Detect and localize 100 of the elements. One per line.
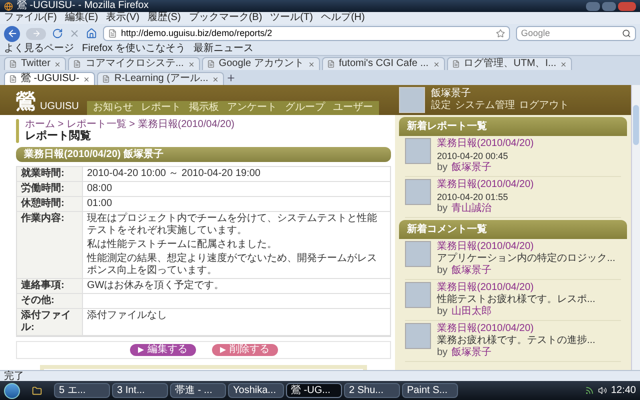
- field-value: GWはお休みを頂く予定です。: [87, 280, 226, 292]
- field-label: 就業時間:: [17, 167, 83, 181]
- menu-item[interactable]: ファイル(F): [4, 12, 57, 24]
- page-icon: [326, 60, 335, 68]
- close-icon[interactable]: [432, 60, 440, 68]
- by-label: by: [437, 203, 448, 215]
- field-value: 性能測定の結果、想定より速度がでないため、開発チームがレスポンス向上を図っています。: [87, 253, 378, 277]
- page-icon: [108, 29, 117, 38]
- home-icon[interactable]: [86, 28, 97, 39]
- play-icon: [220, 347, 226, 353]
- avatar-placeholder: [405, 282, 431, 308]
- page-icon: [73, 60, 82, 68]
- browser-tab[interactable]: コアマイクロシステ...: [68, 57, 200, 70]
- edit-button[interactable]: 編集する: [130, 344, 196, 356]
- maximize-button[interactable]: [602, 2, 616, 10]
- taskbar-button[interactable]: 帯進 - ...: [170, 383, 226, 398]
- by-label: by: [437, 347, 448, 359]
- status-text: 完了: [4, 370, 24, 382]
- new-tab-icon[interactable]: [226, 73, 236, 83]
- clock: 12:40: [610, 384, 636, 398]
- menu-item[interactable]: 表示(V): [106, 12, 140, 24]
- report-title: 業務日報(2010/04/20) 飯塚景子: [24, 148, 164, 160]
- menu-item[interactable]: ヘルプ(H): [320, 12, 365, 24]
- author-link[interactable]: 飯塚景子: [452, 347, 492, 359]
- author-link[interactable]: 山田太郎: [452, 306, 492, 318]
- by-label: by: [437, 265, 448, 277]
- site-logo: 鶯: [16, 91, 36, 113]
- taskbar-button[interactable]: Paint S...: [402, 383, 458, 398]
- browser-tab[interactable]: futomi's CGI Cafe ...: [322, 57, 445, 70]
- search-field[interactable]: Google: [521, 26, 618, 40]
- user-link[interactable]: システム管理: [455, 100, 515, 112]
- close-icon[interactable]: [188, 60, 195, 68]
- minimize-button[interactable]: [586, 2, 600, 10]
- reload-icon[interactable]: [52, 28, 63, 39]
- avatar-placeholder: [399, 87, 425, 113]
- avatar-placeholder: [405, 241, 431, 267]
- author-link[interactable]: 飯塚景子: [452, 265, 492, 277]
- folder-icon[interactable]: [32, 386, 42, 396]
- bookmark-star-icon[interactable]: [496, 29, 505, 38]
- taskbar-button[interactable]: Yoshika...: [228, 383, 284, 398]
- menu-item[interactable]: ブックマーク(B): [188, 12, 262, 24]
- user-link[interactable]: ログアウト: [519, 100, 569, 112]
- report-link[interactable]: 業務日報(2010/04/20): [437, 179, 534, 191]
- report-link[interactable]: 業務日報(2010/04/20): [437, 282, 596, 294]
- field-value: 現在はプロジェクト内でチームを分けて、システムテストと性能テストをそれぞれ実施しています。: [87, 213, 378, 237]
- page-icon: [9, 75, 17, 83]
- section-heading: 新着レポート一覧: [399, 117, 627, 136]
- menu-item[interactable]: 履歴(S): [147, 12, 181, 24]
- site-logo-subtitle: UGUISU: [40, 101, 79, 113]
- browser-tab[interactable]: ログ管理、UTM、I...: [446, 57, 572, 70]
- by-label: by: [437, 306, 448, 318]
- report-link[interactable]: 業務日報(2010/04/20): [437, 323, 596, 335]
- browser-tab[interactable]: 鶯 -UGUISU-: [4, 72, 96, 85]
- avatar-placeholder: [405, 138, 431, 164]
- taskbar-button[interactable]: 鶯 -UG...: [286, 383, 342, 398]
- field-label: 休憩時間:: [17, 197, 83, 211]
- menu-item[interactable]: ツール(T): [270, 12, 313, 24]
- search-icon[interactable]: [622, 29, 631, 38]
- section-heading: 新着コメント一覧: [399, 220, 627, 239]
- field-value: 2010-04-20 10:00 ～ 2010-04-20 19:00: [87, 168, 262, 180]
- field-label: その他:: [17, 294, 83, 308]
- field-label: 労働時間:: [17, 182, 83, 196]
- taskbar-button[interactable]: 5 エ...: [54, 383, 110, 398]
- search-bar[interactable]: Google: [516, 26, 636, 41]
- back-button[interactable]: [4, 26, 20, 42]
- volume-icon[interactable]: [598, 386, 607, 395]
- report-date: 2010-04-20 01:55: [437, 191, 510, 202]
- author-link[interactable]: 飯塚景子: [452, 162, 492, 174]
- browser-tab[interactable]: R-Learning (アール...: [97, 72, 224, 85]
- report-link[interactable]: 業務日報(2010/04/20): [437, 241, 616, 253]
- field-label: 連絡事項:: [17, 279, 83, 293]
- play-icon: [138, 347, 144, 353]
- close-icon[interactable]: [212, 76, 220, 82]
- close-icon[interactable]: [54, 60, 62, 68]
- page-icon: [102, 75, 110, 83]
- close-icon[interactable]: [83, 76, 90, 82]
- author-link[interactable]: 青山誠治: [452, 203, 492, 215]
- comment-excerpt: 業務お疲れ様です。テストの進捗...: [437, 335, 596, 346]
- arrow-left-icon: [6, 28, 18, 39]
- browser-tab[interactable]: Twitter: [4, 57, 66, 70]
- close-button[interactable]: [618, 2, 636, 10]
- user-link[interactable]: 設定: [431, 100, 451, 112]
- bookmark-link[interactable]: 最新ニュース: [193, 43, 254, 55]
- field-value: 08:00: [87, 183, 114, 195]
- close-icon[interactable]: [560, 60, 568, 68]
- taskbar-button[interactable]: 2 Shu...: [344, 383, 400, 398]
- browser-tab[interactable]: Google アカウント: [202, 57, 320, 70]
- breadcrumb-marker: [16, 119, 19, 143]
- menu-item[interactable]: 編集(E): [64, 12, 98, 24]
- close-icon[interactable]: [308, 60, 315, 68]
- arrow-right-icon: [32, 29, 40, 38]
- user-name: 飯塚景子: [431, 88, 472, 100]
- page-icon: [452, 60, 460, 68]
- bookmark-link[interactable]: よく見るページ: [4, 43, 74, 55]
- taskbar-button[interactable]: 3 Int...: [112, 383, 168, 398]
- report-link[interactable]: 業務日報(2010/04/20): [437, 138, 534, 150]
- comment-excerpt: 性能テストお疲れ様です。レスポ...: [437, 294, 596, 306]
- bookmark-link[interactable]: Firefox を使いこなそう: [82, 43, 186, 55]
- start-button[interactable]: [4, 382, 20, 398]
- comment-excerpt: アプリケーション内の特定のロジック...: [437, 253, 616, 264]
